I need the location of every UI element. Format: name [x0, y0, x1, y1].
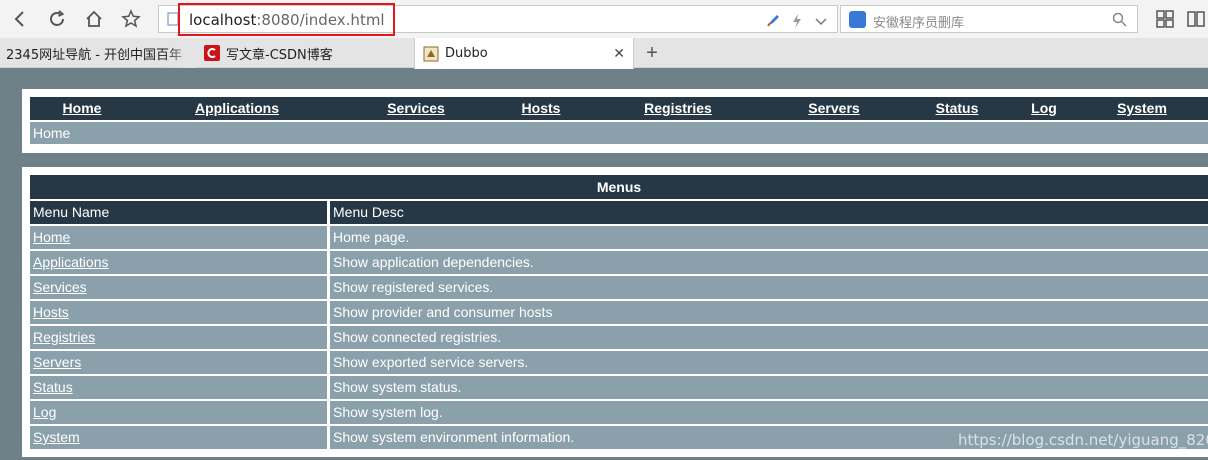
tab-label: Dubbo	[445, 46, 488, 61]
nav-hosts-link[interactable]: Hosts	[522, 100, 561, 116]
apps-grid-icon[interactable]	[1155, 9, 1175, 29]
refresh-icon	[50, 10, 65, 26]
search-icon[interactable]	[1112, 12, 1127, 27]
table-row-desc-cell: Home page.	[330, 226, 1208, 249]
nav-servers-link[interactable]: Servers	[808, 100, 859, 116]
chevron-down-icon[interactable]	[813, 13, 829, 29]
nav-status-link[interactable]: Status	[936, 100, 979, 116]
menu-link[interactable]: Home	[33, 229, 70, 245]
browser-toolbar: localhost:8080/index.html 安徽程序员删库	[0, 0, 1208, 38]
lightning-icon[interactable]	[789, 13, 805, 29]
table-row-desc-cell: Show system log.	[330, 401, 1208, 424]
dubbo-favicon-icon	[423, 46, 439, 61]
table-row-name-cell: Applications	[30, 251, 327, 274]
back-arrow-icon	[14, 11, 24, 27]
table-row-name-cell: Home	[30, 226, 327, 249]
bookmark-button[interactable]	[119, 7, 143, 31]
home-button[interactable]	[82, 7, 106, 31]
close-tab-icon[interactable]: ✕	[613, 46, 625, 62]
tab-csdn[interactable]: 写文章-CSDN博客	[196, 38, 414, 68]
menu-link[interactable]: Services	[33, 279, 87, 295]
watermark: https://blog.csdn.net/yiguang_820	[958, 431, 1208, 449]
csdn-logo-icon	[204, 45, 220, 61]
tab-2345[interactable]: 2345网址导航 - 开创中国百年	[0, 38, 196, 68]
url-highlight-box	[178, 3, 395, 36]
table-row-desc-cell: Show exported service servers.	[330, 351, 1208, 374]
menu-link[interactable]: Hosts	[33, 304, 69, 320]
column-header-menu-name: Menu Name	[30, 201, 327, 224]
menu-link[interactable]: Registries	[33, 329, 95, 345]
tab-strip: 2345网址导航 - 开创中国百年 写文章-CSDN博客 Dubbo ✕ +	[0, 38, 1208, 69]
table-row-name-cell: Log	[30, 401, 327, 424]
breadcrumb-home: Home	[33, 125, 71, 141]
nav-services-link[interactable]: Services	[387, 100, 445, 116]
nav-system-link[interactable]: System	[1117, 100, 1167, 116]
nav-log-link[interactable]: Log	[1031, 100, 1057, 116]
refresh-button[interactable]	[45, 7, 69, 31]
star-icon	[121, 9, 141, 28]
table-row-name-cell: System	[30, 426, 327, 449]
menu-link[interactable]: Servers	[33, 354, 81, 370]
table-row-name-cell: Status	[30, 376, 327, 399]
nav-applications-link[interactable]: Applications	[195, 100, 279, 116]
table-row-name-cell: Hosts	[30, 301, 327, 324]
reader-icon[interactable]	[1186, 9, 1206, 29]
search-input-placeholder[interactable]: 安徽程序员删库	[873, 12, 964, 31]
table-row-desc-cell: Show application dependencies.	[330, 251, 1208, 274]
menu-link[interactable]: System	[33, 429, 80, 445]
nav-registries-link[interactable]: Registries	[644, 100, 712, 116]
baidu-paw-icon	[849, 11, 866, 28]
menu-link[interactable]: Status	[33, 379, 73, 395]
table-row-desc-cell: Show provider and consumer hosts	[330, 301, 1208, 324]
menu-link[interactable]: Applications	[33, 254, 109, 270]
tab-label: 2345网址导航 - 开创中国百年	[6, 47, 183, 63]
column-header-menu-desc: Menu Desc	[330, 201, 1208, 224]
rocket-icon[interactable]	[765, 13, 781, 29]
menus-title: Menus	[30, 175, 1208, 199]
back-button[interactable]	[8, 7, 32, 31]
search-bar[interactable]: 安徽程序员删库	[840, 5, 1138, 33]
table-row-desc-cell: Show registered services.	[330, 276, 1208, 299]
menu-link[interactable]: Log	[33, 404, 56, 420]
main-nav: Home Applications Services Hosts Registr…	[30, 97, 1208, 120]
tab-label: 写文章-CSDN博客	[226, 47, 333, 63]
nav-home-link[interactable]: Home	[63, 100, 102, 116]
table-row-desc-cell: Show system status.	[330, 376, 1208, 399]
home-icon	[86, 10, 102, 27]
table-row-desc-cell: Show connected registries.	[330, 326, 1208, 349]
breadcrumb: Home	[30, 122, 1208, 144]
table-row-name-cell: Servers	[30, 351, 327, 374]
tab-fade	[166, 38, 196, 68]
new-tab-button[interactable]: +	[640, 41, 664, 65]
table-row-name-cell: Registries	[30, 326, 327, 349]
table-row-name-cell: Services	[30, 276, 327, 299]
tab-dubbo[interactable]: Dubbo ✕	[414, 38, 634, 69]
